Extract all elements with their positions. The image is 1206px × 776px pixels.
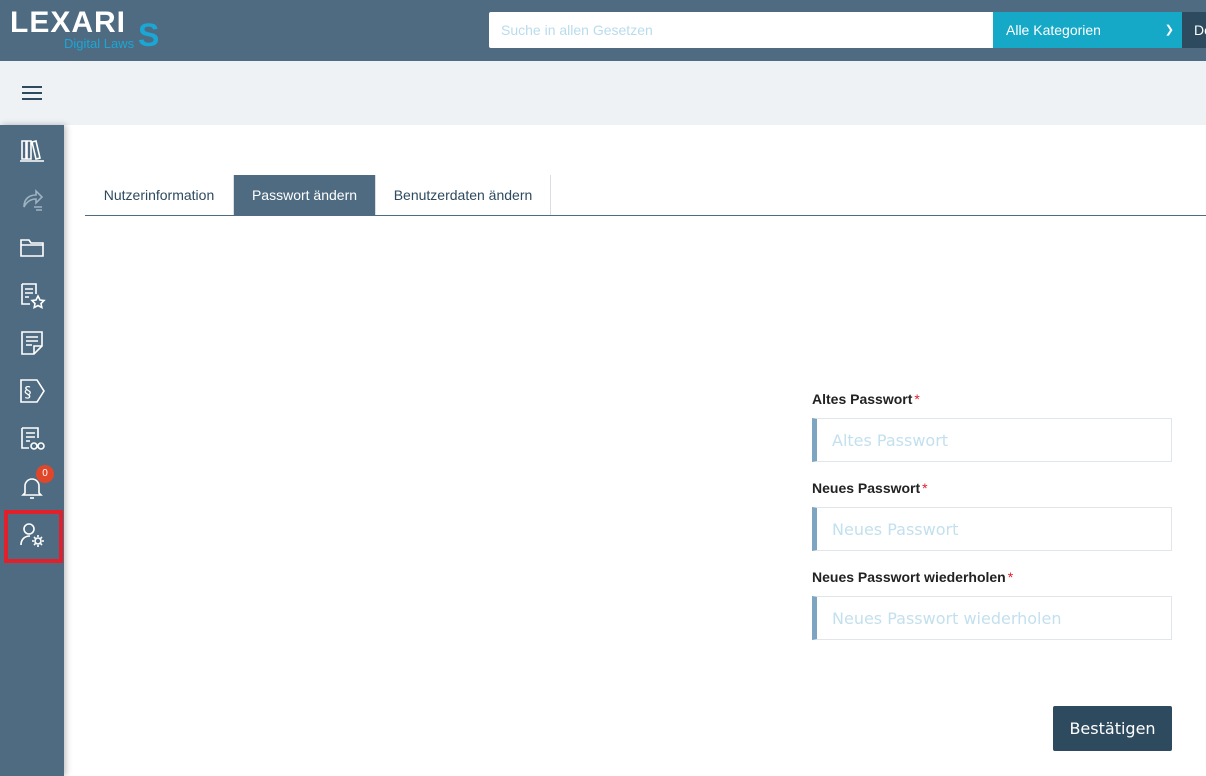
- new-password-label: Neues Passwort *: [812, 480, 928, 496]
- chevron-down-icon: ❯: [1164, 24, 1174, 36]
- active-item-highlight: [4, 510, 63, 563]
- hamburger-menu-icon[interactable]: [22, 86, 42, 100]
- lexaris-logo[interactable]: LEXARI S Digital Laws: [10, 6, 170, 52]
- confirm-button[interactable]: Bestätigen: [1053, 706, 1172, 751]
- tab-passwort-aendern[interactable]: Passwort ändern: [234, 175, 376, 215]
- old-password-label: Altes Passwort *: [812, 391, 920, 407]
- logo-text: LEXARI: [10, 6, 127, 39]
- sidebar: §: [0, 125, 64, 776]
- old-password-label-text: Altes Passwort: [812, 391, 913, 407]
- notification-count-badge: 0: [36, 465, 54, 483]
- top-bar: LEXARI S Digital Laws Alle Kategorien ❯ …: [0, 0, 1206, 61]
- new-password-field[interactable]: [812, 507, 1172, 551]
- document-review-icon[interactable]: [15, 422, 49, 456]
- tab-underline: [85, 215, 1206, 216]
- required-mark: *: [1007, 569, 1014, 585]
- repeat-password-label: Neues Passwort wiederholen *: [812, 569, 1013, 585]
- tab-nutzerinformation[interactable]: Nutzerinformation: [85, 175, 234, 215]
- category-select-label: Alle Kategorien: [1006, 22, 1101, 38]
- logo-s-letter: S: [138, 17, 160, 53]
- tab-benutzerdaten-aendern[interactable]: Benutzerdaten ändern: [376, 175, 551, 215]
- folder-icon[interactable]: [15, 230, 49, 264]
- repeat-password-label-text: Neues Passwort wiederholen: [812, 569, 1006, 585]
- required-mark: *: [922, 480, 928, 496]
- sub-toolbar: [0, 61, 1206, 125]
- language-button[interactable]: De: [1182, 12, 1206, 48]
- notes-icon[interactable]: [15, 326, 49, 360]
- category-select[interactable]: Alle Kategorien ❯: [993, 12, 1182, 48]
- required-mark: *: [914, 391, 920, 407]
- paragraph-tag-icon[interactable]: §: [15, 374, 49, 408]
- favorite-doc-icon[interactable]: [15, 278, 49, 312]
- share-doc-icon[interactable]: [15, 182, 49, 216]
- library-icon[interactable]: [15, 134, 49, 168]
- old-password-field[interactable]: [812, 418, 1172, 462]
- logo-subtitle: Digital Laws: [64, 36, 135, 51]
- repeat-password-field[interactable]: [812, 596, 1172, 640]
- search-input[interactable]: [489, 12, 993, 48]
- new-password-label-text: Neues Passwort: [812, 480, 921, 496]
- svg-text:§: §: [24, 383, 32, 401]
